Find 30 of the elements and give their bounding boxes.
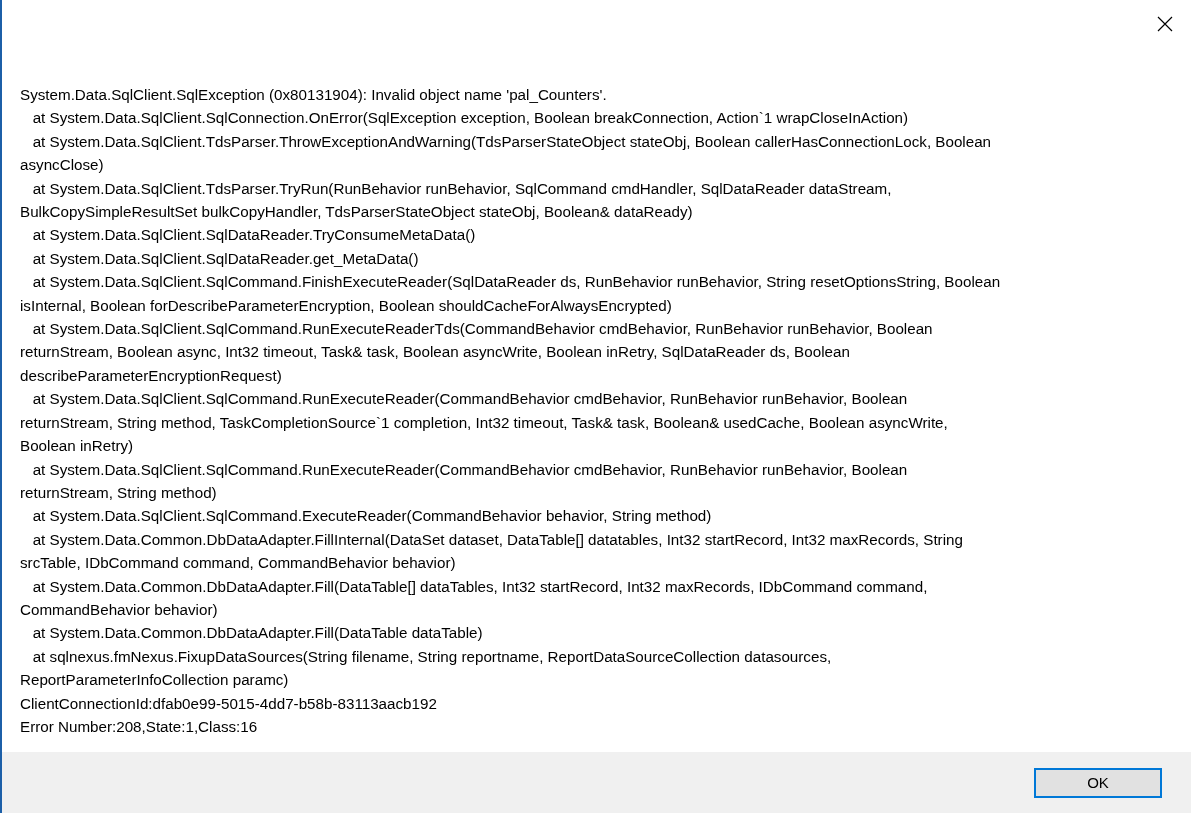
error-message-line: at sqlnexus.fmNexus.FixupDataSources(String filename, String reportname, ReportDataSourceCollection datasources,	[31, 646, 833, 667]
error-message-line: describeParameterEncryptionRequest)	[20, 365, 283, 386]
error-message-line: at System.Data.Common.DbDataAdapter.FillInternal(DataSet dataset, DataTable[] datatables, Int32 startRecord, Int32 maxRecords, String	[31, 529, 964, 550]
error-message-line: at System.Data.SqlClient.SqlCommand.FinishExecuteReader(SqlDataReader ds, RunBehavior runBehavior, String resetOptionsString, Boolean	[31, 272, 1002, 293]
error-message-line: at System.Data.SqlClient.SqlCommand.RunExecuteReader(CommandBehavior cmdBehavior, RunBehavior runBehavior, Boolean	[31, 389, 909, 410]
error-message-line: srcTable, IDbCommand command, CommandBehavior behavior)	[20, 553, 457, 574]
error-message-line: isInternal, Boolean forDescribeParameterEncryption, Boolean shouldCacheForAlwaysEncrypted)	[20, 295, 673, 316]
error-message-line: at System.Data.SqlClient.TdsParser.ThrowExceptionAndWarning(TdsParserStateObject stateObj, Boolean callerHasConnectionLock, Boolean	[31, 131, 993, 152]
error-message-line: at System.Data.SqlClient.TdsParser.TryRun(RunBehavior runBehavior, SqlCommand cmdHandler, SqlDataReader dataStream,	[31, 178, 893, 199]
error-message-line: returnStream, String method, TaskCompletionSource`1 completion, Int32 timeout, Task& task, Boolean& usedCache, Boolean asyncWrite,	[20, 412, 949, 433]
error-message-line: at System.Data.SqlClient.SqlDataReader.TryConsumeMetaData()	[31, 225, 477, 246]
error-message-line: returnStream, String method)	[20, 482, 218, 503]
error-message-line: at System.Data.Common.DbDataAdapter.Fill(DataTable[] dataTables, Int32 startRecord, Int32 maxRecords, IDbCommand command,	[31, 576, 929, 597]
error-message-line: Error Number:208,State:1,Class:16	[20, 716, 259, 737]
error-message-line: at System.Data.SqlClient.SqlCommand.ExecuteReader(CommandBehavior behavior, String method)	[31, 506, 713, 527]
error-message-line: at System.Data.SqlClient.SqlDataReader.get_MetaData()	[31, 248, 420, 269]
error-message-line: at System.Data.SqlClient.SqlCommand.RunExecuteReader(CommandBehavior cmdBehavior, RunBehavior runBehavior, Boolean	[31, 459, 909, 480]
ok-button[interactable]: OK	[1034, 767, 1162, 798]
error-message-line: returnStream, Boolean async, Int32 timeout, Task& task, Boolean asyncWrite, Boolean inRetry, SqlDataReader ds, Boolean	[20, 342, 851, 363]
error-message-line: System.Data.SqlClient.SqlException (0x80131904): Invalid object name 'pal_Counters'.	[20, 85, 608, 105]
error-message-line: CommandBehavior behavior)	[20, 599, 219, 620]
error-message-line: at System.Data.SqlClient.SqlCommand.RunExecuteReaderTds(CommandBehavior cmdBehavior, RunBehavior runBehavior, Boolean	[31, 319, 934, 340]
error-message-line: asyncClose)	[20, 155, 105, 176]
error-message-line: BulkCopySimpleResultSet bulkCopyHandler, TdsParserStateObject stateObj, Boolean& dataReady)	[20, 202, 694, 223]
error-message-line: ReportParameterInfoCollection paramc)	[20, 670, 290, 691]
error-message-line: ClientConnectionId:dfab0e99-5015-4dd7-b58b-83113aacb192	[20, 693, 438, 714]
close-icon	[1157, 16, 1173, 32]
error-message-line: at System.Data.Common.DbDataAdapter.Fill(DataTable dataTable)	[31, 623, 484, 644]
error-message-line: at System.Data.SqlClient.SqlConnection.OnError(SqlException exception, Boolean breakConnection, Action`1 wrapCloseInAction)	[31, 108, 910, 129]
error-message-line: Boolean inRetry)	[20, 436, 135, 457]
